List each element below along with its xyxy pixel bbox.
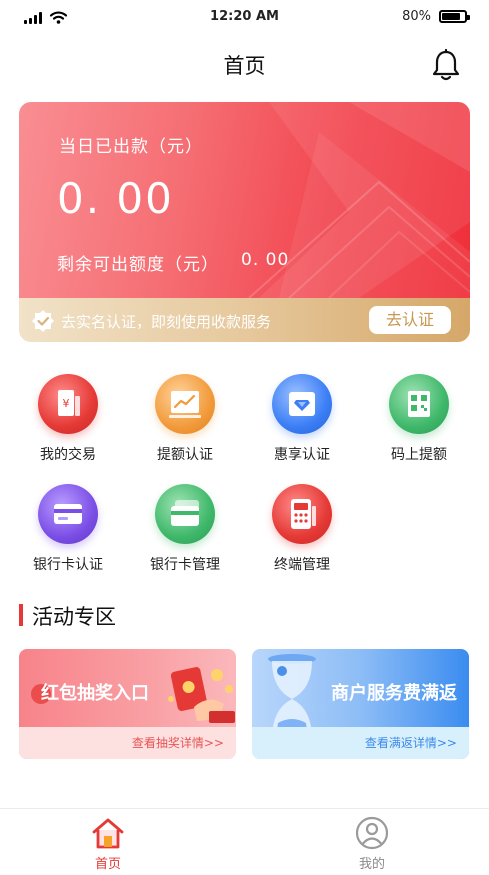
bell-icon[interactable] (430, 49, 462, 83)
feature-label: 银行卡管理 (150, 557, 220, 573)
qr-code-icon (389, 374, 449, 434)
svg-text:¥: ¥ (63, 397, 70, 410)
activity-section-title: 活动专区 (32, 605, 116, 629)
today-payout-amount: 0. 00 (57, 174, 174, 223)
bottom-tab-bar: 首页 我的 (0, 808, 489, 875)
pos-terminal-icon (272, 484, 332, 544)
card-manage-icon (155, 484, 215, 544)
promo-lottery-title: 红包抽奖入口 (41, 683, 149, 704)
status-right: 80% (402, 9, 470, 24)
feature-label: 码上提额 (391, 447, 447, 463)
tab-profile[interactable]: 我的 (312, 809, 432, 875)
feature-label: 我的交易 (40, 447, 96, 463)
verify-banner[interactable]: 去实名认证，即刻使用收款服务 去认证 (19, 298, 470, 342)
remaining-quota-label: 剩余可出额度（元） (57, 255, 219, 275)
page-title: 首页 (223, 54, 266, 78)
verify-text: 去实名认证，即刻使用收款服务 (61, 313, 272, 331)
feature-label: 提额认证 (157, 447, 213, 463)
balance-card: 当日已出款（元） 0. 00 剩余可出额度（元） 0. 00 去实名认证，即刻使… (19, 102, 470, 342)
status-bar: 12:20 AM 80% (0, 0, 489, 36)
nav-bar: 首页 (0, 40, 489, 92)
feature-card-verify[interactable]: 银行卡认证 (13, 484, 123, 574)
diamond-icon (272, 374, 332, 434)
feature-terminal-manage[interactable]: 终端管理 (247, 484, 357, 574)
promo-fee-rebate-title: 商户服务费满返 (331, 683, 457, 704)
transaction-icon: ¥ (38, 374, 98, 434)
battery-level-fill (442, 13, 460, 20)
chart-icon (155, 374, 215, 434)
feature-limit-verify[interactable]: 提额认证 (130, 374, 240, 464)
feature-card-manage[interactable]: 银行卡管理 (130, 484, 240, 574)
home-icon (92, 818, 124, 849)
tab-home-label: 首页 (94, 857, 121, 872)
card-verify-icon (38, 484, 98, 544)
feature-my-transactions[interactable]: ¥ 我的交易 (13, 374, 123, 464)
promo-fee-rebate-link[interactable]: 查看满返详情>> (365, 734, 457, 751)
tab-profile-label: 我的 (358, 857, 385, 872)
balance-card-body: 当日已出款（元） 0. 00 剩余可出额度（元） 0. 00 (19, 102, 470, 298)
remaining-quota-amount: 0. 00 (241, 250, 290, 270)
feature-label: 惠享认证 (274, 447, 330, 463)
feature-label: 终端管理 (274, 557, 330, 573)
tab-home[interactable]: 首页 (48, 809, 168, 875)
battery-percent: 80% (402, 9, 431, 24)
promo-fee-rebate[interactable]: 商户服务费满返 查看满返详情>> (252, 649, 469, 759)
section-title-accent (19, 604, 23, 626)
verify-button[interactable]: 去认证 (369, 306, 451, 334)
promo-lottery[interactable]: 红包抽奖入口 查看抽奖详情>> (19, 649, 236, 759)
battery-icon (439, 10, 470, 23)
feature-benefit-verify[interactable]: 惠享认证 (247, 374, 357, 464)
shield-check-icon (32, 310, 54, 332)
profile-icon (355, 816, 389, 850)
feature-label: 银行卡认证 (33, 557, 103, 573)
feature-qr-limit[interactable]: 码上提额 (364, 374, 474, 464)
today-payout-label: 当日已出款（元） (59, 137, 203, 157)
promo-lottery-link[interactable]: 查看抽奖详情>> (132, 734, 224, 751)
